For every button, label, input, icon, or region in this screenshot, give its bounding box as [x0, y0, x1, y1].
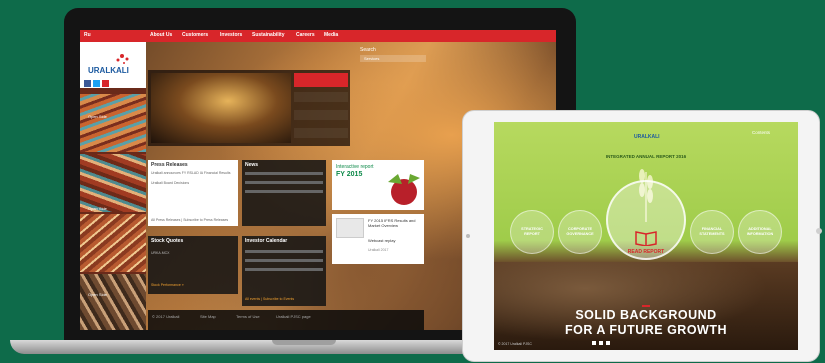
- press-release-item[interactable]: Uralkali announces FY RSLAD IA Financial…: [148, 170, 238, 176]
- slider-item[interactable]: [294, 92, 348, 102]
- tablet-home-button[interactable]: [816, 228, 822, 234]
- footer-link[interactable]: Uralkali PJSC page: [276, 314, 311, 319]
- news-title: News: [245, 162, 259, 168]
- twitter-icon[interactable]: [93, 80, 100, 87]
- calendar-item[interactable]: [245, 250, 323, 253]
- read-report-circle[interactable]: [606, 180, 686, 260]
- nav-item-careers[interactable]: Careers: [296, 32, 315, 38]
- tablet-logo: URALKALI: [634, 134, 660, 140]
- strategic-report-button[interactable]: STRATEGIC REPORT: [510, 210, 554, 254]
- mineral-tile[interactable]: [80, 274, 146, 330]
- stock-quotes-title: Stock Quotes: [151, 238, 184, 244]
- press-releases-footer[interactable]: All Press Releases | Subscribe to Press …: [148, 217, 231, 223]
- tablet-screen: URALKALI Contents INTEGRATED ANNUAL REPO…: [494, 122, 798, 350]
- calendar-item[interactable]: [245, 268, 323, 271]
- mineral-tile[interactable]: [80, 154, 146, 212]
- laptop-notch: [272, 340, 336, 345]
- featured-news[interactable]: [294, 73, 348, 87]
- facebook-icon[interactable]: [84, 80, 91, 87]
- headline-line-2: FOR A FUTURE GROWTH: [564, 323, 728, 337]
- interactive-report-year: FY 2015: [336, 171, 363, 178]
- news-item[interactable]: [245, 172, 323, 175]
- chart-thumbnail: [336, 218, 364, 238]
- news-item[interactable]: [245, 181, 323, 184]
- calendar-footer[interactable]: All events | Subscribe to Events: [242, 296, 297, 302]
- side-label: Open Side: [88, 114, 107, 119]
- stock-quotes-widget: Stock Quotes URKA.MCX Stock Performance …: [148, 236, 238, 294]
- footer-link[interactable]: Terms of Use: [236, 314, 260, 319]
- nav-item-investors[interactable]: Investors: [220, 32, 242, 38]
- financial-statements-button[interactable]: FINANCIAL STATEMENTS: [690, 210, 734, 254]
- news-widget: News: [242, 160, 326, 226]
- logo-text: URALKALI: [88, 66, 129, 75]
- contents-link[interactable]: Contents: [752, 130, 770, 135]
- footer-copyright: © 2017 Uralkali: [152, 314, 180, 319]
- press-release-item[interactable]: Uralkali Board Decisions: [148, 180, 238, 186]
- slider-item[interactable]: [294, 110, 348, 120]
- calendar-item[interactable]: [245, 259, 323, 262]
- twitter-icon[interactable]: [599, 341, 603, 345]
- slider-item[interactable]: [294, 128, 348, 138]
- interactive-report-title: Interactive report: [336, 164, 374, 170]
- interactive-report-banner[interactable]: Interactive report FY 2015: [332, 160, 424, 210]
- mineral-tile[interactable]: [80, 94, 146, 152]
- footer-link[interactable]: Site Map: [200, 314, 216, 319]
- results-title: FY 2015 IFRS Results and Market Overview: [368, 218, 416, 228]
- stock-performance-link[interactable]: Stock Performance »: [148, 282, 187, 288]
- lang-switch[interactable]: Ru: [84, 32, 91, 38]
- hero-slider[interactable]: [148, 70, 350, 146]
- press-releases-widget: Press Releases Uralkali announces FY RSL…: [148, 160, 238, 226]
- tablet-footer: © 2017 Uralkali PJSC: [498, 342, 532, 346]
- search-label: Search: [360, 47, 376, 53]
- read-report-label[interactable]: READ REPORT: [621, 249, 671, 255]
- site-logo[interactable]: URALKALI: [80, 42, 146, 88]
- mineral-tile[interactable]: [80, 214, 146, 272]
- side-label: Open Side: [88, 206, 107, 211]
- stock-ticker: URKA.MCX: [151, 251, 170, 255]
- report-title: INTEGRATED ANNUAL REPORT 2016: [605, 154, 687, 159]
- youtube-icon[interactable]: [102, 80, 109, 87]
- youtube-icon[interactable]: [606, 341, 610, 345]
- tablet-camera: [466, 234, 470, 238]
- top-nav: Ru About Us Customers Investors Sustaina…: [80, 30, 556, 42]
- nav-item-media[interactable]: Media: [324, 32, 338, 38]
- nav-item-customers[interactable]: Customers: [182, 32, 208, 38]
- investor-calendar-title: Investor Calendar: [245, 238, 288, 244]
- additional-information-button[interactable]: ADDITIONAL INFORMATION: [738, 210, 782, 254]
- headline-line-1: SOLID BACKGROUND: [575, 308, 717, 322]
- side-label: Open Side: [88, 292, 107, 297]
- search-input[interactable]: Services: [360, 55, 426, 62]
- site-footer: © 2017 Uralkali Site Map Terms of Use Ur…: [148, 310, 424, 330]
- hero-image: [151, 73, 291, 143]
- facebook-icon[interactable]: [592, 341, 596, 345]
- results-footer: Uralkali 2017: [368, 248, 389, 252]
- tablet-social-icons: [592, 341, 610, 345]
- social-icons: [84, 80, 109, 87]
- nav-item-sustainability[interactable]: Sustainability: [252, 32, 285, 38]
- news-item[interactable]: [245, 190, 323, 193]
- book-icon: [635, 231, 657, 246]
- headline-divider: [642, 305, 650, 307]
- webcast-link[interactable]: Webcast replay: [368, 238, 396, 243]
- press-releases-title: Press Releases: [151, 162, 188, 168]
- corporate-governance-button[interactable]: CORPORATE GOVERNANCE: [558, 210, 602, 254]
- results-banner[interactable]: FY 2015 IFRS Results and Market Overview…: [332, 214, 424, 264]
- investor-calendar-widget: Investor Calendar All events | Subscribe…: [242, 236, 326, 306]
- nav-item-about[interactable]: About Us: [150, 32, 172, 38]
- pomegranate-icon: [388, 174, 420, 205]
